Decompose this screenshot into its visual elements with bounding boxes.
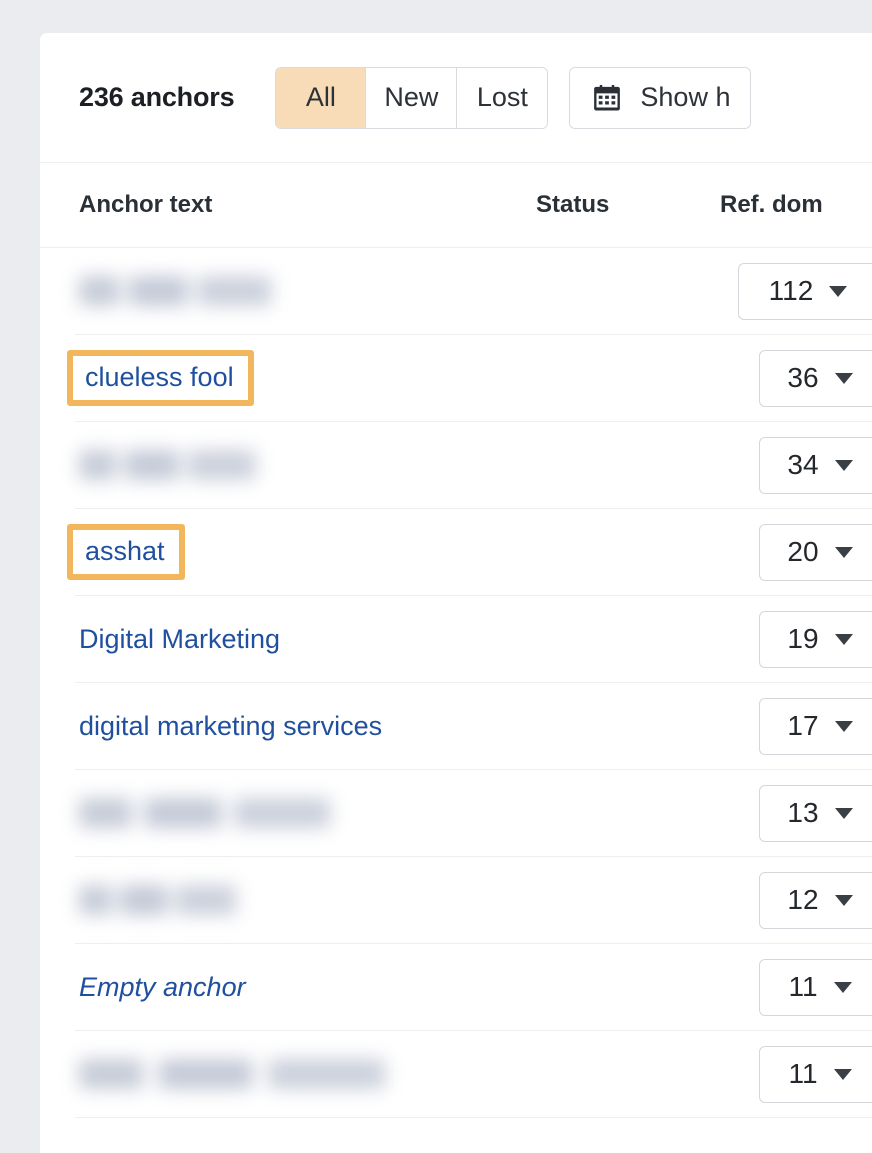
cell-ref-domains: 11 <box>759 958 872 1016</box>
ref-domains-value: 12 <box>787 884 819 915</box>
table-row: clueless fool 36 <box>67 335 872 422</box>
cell-ref-domains: 19 <box>759 610 872 668</box>
anchor-text-link[interactable]: asshat <box>85 536 165 567</box>
ref-domains-value: 11 <box>788 971 818 1002</box>
filter-tab-all[interactable]: All <box>276 67 367 128</box>
column-header-status[interactable]: Status <box>536 191 720 219</box>
cell-anchor-text: digital marketing services <box>75 683 575 769</box>
ref-domains-dropdown[interactable]: 34 <box>759 436 872 494</box>
ref-domains-value: 11 <box>788 1058 818 1089</box>
chevron-down-icon <box>834 459 853 471</box>
cell-ref-domains: 11 <box>759 1045 872 1103</box>
ref-domains-dropdown[interactable]: 20 <box>759 523 872 581</box>
anchor-text-link[interactable]: Digital Marketing <box>79 624 280 655</box>
column-header-ref-domains[interactable]: Ref. dom <box>720 191 872 219</box>
show-history-button[interactable]: Show h <box>569 66 752 129</box>
redacted-anchor-text <box>79 450 304 480</box>
table-row: digital marketing services 17 <box>75 683 872 770</box>
table-row: 34 <box>75 422 872 509</box>
anchors-count-label: 236 anchors <box>79 82 235 112</box>
cell-ref-domains: 17 <box>759 697 872 755</box>
ref-domains-dropdown[interactable]: 13 <box>759 784 872 842</box>
ref-domains-dropdown[interactable]: 17 <box>759 697 872 755</box>
ref-domains-value: 34 <box>787 449 819 480</box>
table-row: Digital Marketing 19 <box>75 596 872 683</box>
ref-domains-dropdown[interactable]: 36 <box>759 349 872 407</box>
cell-ref-domains: 20 <box>759 523 872 581</box>
redacted-anchor-text <box>79 798 399 828</box>
ref-domains-value: 17 <box>787 710 819 741</box>
redacted-anchor-text <box>79 885 279 915</box>
anchor-text-link[interactable]: Empty anchor <box>79 972 246 1003</box>
chevron-down-icon <box>829 285 848 297</box>
filter-tab-lost[interactable]: Lost <box>457 67 548 128</box>
table-row: Empty anchor 11 <box>75 944 872 1031</box>
chevron-down-icon <box>834 720 853 732</box>
redacted-anchor-text <box>79 276 324 306</box>
redacted-anchor-text <box>79 1059 469 1089</box>
chevron-down-icon <box>833 1068 852 1080</box>
chevron-down-icon <box>834 372 853 384</box>
ref-domains-value: 19 <box>787 623 819 654</box>
cell-ref-domains: 13 <box>759 784 872 842</box>
calendar-icon <box>592 83 622 113</box>
anchors-panel: 236 anchors All New Lost Show h Anchor t… <box>40 33 872 1153</box>
cell-anchor-text: Empty anchor <box>75 944 575 1030</box>
ref-domains-value: 112 <box>768 275 814 306</box>
filter-tab-new[interactable]: New <box>366 67 458 128</box>
ref-domains-dropdown[interactable]: 12 <box>759 871 872 929</box>
anchor-filter-segmented-control: All New Lost <box>275 66 549 129</box>
cell-anchor-text: asshat <box>67 509 575 595</box>
cell-anchor-text <box>75 770 575 856</box>
ref-domains-dropdown[interactable]: 19 <box>759 610 872 668</box>
chevron-down-icon <box>833 981 852 993</box>
cell-ref-domains: 36 <box>759 349 872 407</box>
anchor-highlight-box: clueless fool <box>67 350 254 406</box>
cell-anchor-text <box>75 248 575 334</box>
table-row: 112 <box>75 248 872 335</box>
chevron-down-icon <box>834 633 853 645</box>
cell-anchor-text <box>75 857 575 943</box>
chevron-down-icon <box>834 894 853 906</box>
table-row: 11 <box>75 1031 872 1118</box>
anchors-toolbar: 236 anchors All New Lost Show h <box>40 33 872 163</box>
anchors-table-body: 112 clueless fool 36 34 asshat 20 Digital Mark… <box>40 248 872 1118</box>
column-header-anchor-text[interactable]: Anchor text <box>40 191 536 219</box>
cell-anchor-text: clueless fool <box>67 335 575 421</box>
chevron-down-icon <box>834 807 853 819</box>
show-history-label: Show h <box>640 82 731 112</box>
cell-ref-domains: 112 <box>738 262 872 320</box>
cell-anchor-text <box>75 422 575 508</box>
cell-anchor-text <box>75 1031 575 1117</box>
table-row: 13 <box>75 770 872 857</box>
anchor-text-link[interactable]: clueless fool <box>85 362 234 393</box>
ref-domains-dropdown[interactable]: 11 <box>759 1045 872 1103</box>
anchor-highlight-box: asshat <box>67 524 185 580</box>
table-header-row: Anchor text Status Ref. dom <box>40 163 872 248</box>
ref-domains-value: 13 <box>787 797 819 828</box>
ref-domains-dropdown[interactable]: 112 <box>738 262 872 320</box>
anchor-text-link[interactable]: digital marketing services <box>79 711 382 742</box>
cell-anchor-text: Digital Marketing <box>75 596 575 682</box>
table-row: asshat 20 <box>67 509 872 596</box>
cell-ref-domains: 34 <box>759 436 872 494</box>
chevron-down-icon <box>834 546 853 558</box>
table-row: 12 <box>75 857 872 944</box>
ref-domains-value: 36 <box>787 362 819 393</box>
ref-domains-dropdown[interactable]: 11 <box>759 958 872 1016</box>
cell-ref-domains: 12 <box>759 871 872 929</box>
ref-domains-value: 20 <box>787 536 819 567</box>
